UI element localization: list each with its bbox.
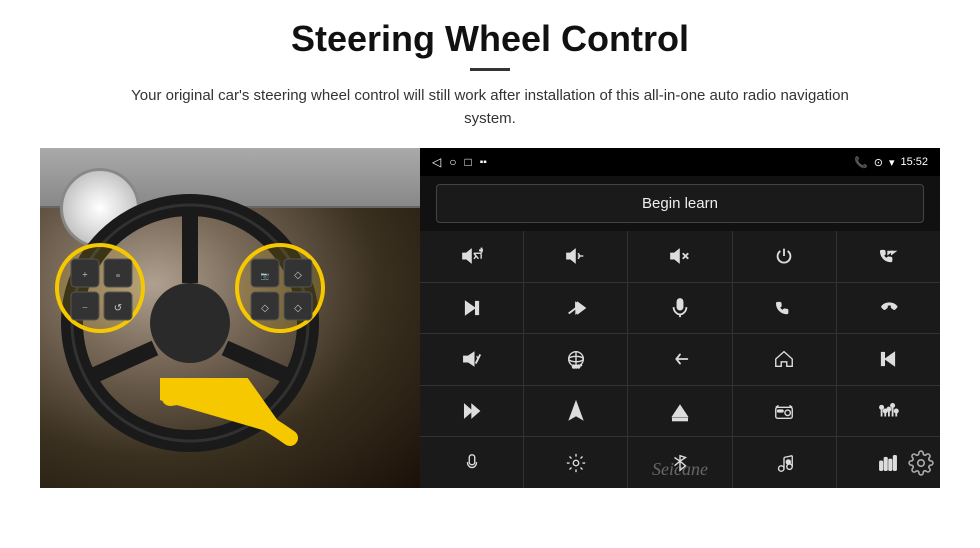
equalizer-button[interactable] bbox=[837, 386, 940, 437]
phone-call-button[interactable] bbox=[733, 283, 836, 334]
settings-corner-icon[interactable] bbox=[908, 450, 934, 482]
svg-text:≡: ≡ bbox=[116, 271, 121, 280]
page-wrapper: Steering Wheel Control Your original car… bbox=[0, 0, 980, 548]
navigation-button[interactable] bbox=[524, 386, 627, 437]
title-divider bbox=[470, 68, 510, 71]
mute-button[interactable] bbox=[628, 231, 731, 282]
next-track-button[interactable] bbox=[420, 283, 523, 334]
svg-text:⚙: ⚙ bbox=[786, 459, 791, 466]
phone-prev-button[interactable] bbox=[837, 231, 940, 282]
recent-apps-icon[interactable]: □ bbox=[464, 155, 471, 170]
svg-text:↺: ↺ bbox=[114, 303, 122, 314]
svg-text:360°: 360° bbox=[572, 365, 582, 370]
button-highlight-left: + ≡ − ↺ bbox=[55, 243, 145, 333]
yellow-arrow bbox=[160, 378, 320, 458]
android-ui-wrapper: ◁ ○ □ ▪▪ 📞 ⊙ ▾ 15:52 Begin learn bbox=[420, 148, 940, 488]
svg-text:📷: 📷 bbox=[261, 272, 270, 280]
svg-text:◇: ◇ bbox=[294, 270, 302, 281]
eject-button[interactable] bbox=[628, 386, 731, 437]
mic2-button[interactable] bbox=[420, 437, 523, 488]
power-button[interactable] bbox=[733, 231, 836, 282]
prev-media-button[interactable] bbox=[837, 334, 940, 385]
right-buttons: 📷 ◇ ◇ ◇ bbox=[249, 257, 314, 322]
svg-text:+: + bbox=[479, 246, 483, 255]
function-icon-grid: + bbox=[420, 231, 940, 488]
home-nav-button[interactable] bbox=[733, 334, 836, 385]
android-panel: ◁ ○ □ ▪▪ 📞 ⊙ ▾ 15:52 Begin learn bbox=[420, 148, 940, 488]
begin-learn-button[interactable]: Begin learn bbox=[436, 184, 924, 223]
page-subtitle: Your original car's steering wheel contr… bbox=[110, 85, 870, 130]
left-buttons: + ≡ − ↺ bbox=[69, 257, 134, 322]
ff2-button[interactable] bbox=[420, 386, 523, 437]
button-highlight-right: 📷 ◇ ◇ ◇ bbox=[235, 243, 325, 333]
back-nav-button[interactable] bbox=[628, 334, 731, 385]
svg-text:+: + bbox=[82, 270, 88, 281]
settings2-button[interactable] bbox=[524, 437, 627, 488]
vol-up-button[interactable]: + bbox=[420, 231, 523, 282]
status-right: 📞 ⊙ ▾ 15:52 bbox=[854, 156, 928, 169]
music-settings-button[interactable]: ⚙ bbox=[733, 437, 836, 488]
location-status-icon: ⊙ bbox=[874, 156, 883, 169]
phone-status-icon: 📞 bbox=[854, 156, 868, 169]
microphone-button[interactable] bbox=[628, 283, 731, 334]
svg-text:◇: ◇ bbox=[294, 303, 302, 314]
steering-wheel-panel: + ≡ − ↺ 📷 ◇ ◇ ◇ bbox=[40, 148, 420, 488]
home-circle-icon[interactable]: ○ bbox=[449, 155, 456, 170]
ff-skip-button[interactable] bbox=[524, 283, 627, 334]
content-row: + ≡ − ↺ 📷 ◇ ◇ ◇ bbox=[40, 148, 940, 488]
signal-icon: ▪▪ bbox=[480, 157, 487, 168]
vol-down-button[interactable] bbox=[524, 231, 627, 282]
android-statusbar: ◁ ○ □ ▪▪ 📞 ⊙ ▾ 15:52 bbox=[420, 148, 940, 176]
begin-learn-bar: Begin learn bbox=[420, 176, 940, 231]
gear-icon bbox=[908, 450, 934, 476]
horn-button[interactable] bbox=[420, 334, 523, 385]
360-view-button[interactable]: 360° bbox=[524, 334, 627, 385]
bluetooth-button[interactable] bbox=[628, 437, 731, 488]
svg-text:◇: ◇ bbox=[261, 303, 269, 314]
page-title: Steering Wheel Control bbox=[291, 18, 689, 60]
time-display: 15:52 bbox=[900, 156, 928, 168]
svg-text:−: − bbox=[82, 303, 88, 314]
status-left: ◁ ○ □ ▪▪ bbox=[432, 155, 487, 170]
radio-button[interactable] bbox=[733, 386, 836, 437]
hang-up-button[interactable] bbox=[837, 283, 940, 334]
wifi-status-icon: ▾ bbox=[889, 156, 895, 169]
back-icon[interactable]: ◁ bbox=[432, 155, 441, 170]
